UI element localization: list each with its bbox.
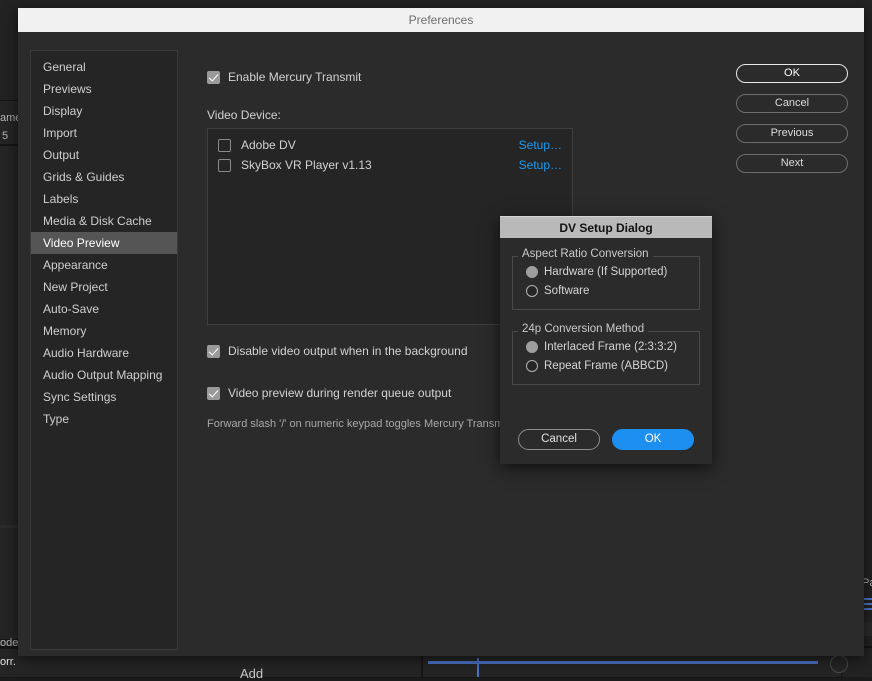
aspect-ratio-option-hardware[interactable]: Hardware (If Supported) xyxy=(512,262,700,281)
device-checkbox-adobe-dv[interactable] xyxy=(218,139,231,152)
sidebar-item-audio-hardware[interactable]: Audio Hardware xyxy=(31,342,177,364)
device-row-skybox-vr-player[interactable]: SkyBox VR Player v1.13 Setup… xyxy=(208,155,572,175)
preferences-title: Preferences xyxy=(409,13,474,27)
disable-video-output-background-row[interactable]: Disable video output when in the backgro… xyxy=(207,344,468,358)
bg-timeline-bar xyxy=(428,661,818,664)
dv-setup-dialog: DV Setup Dialog Aspect Ratio Conversion … xyxy=(500,216,712,464)
dv-setup-dialog-footer: Cancel OK xyxy=(500,429,712,450)
sidebar-item-display[interactable]: Display xyxy=(31,100,177,122)
radio-label-software: Software xyxy=(544,285,589,297)
sidebar-item-auto-save[interactable]: Auto-Save xyxy=(31,298,177,320)
device-name-skybox-vr-player: SkyBox VR Player v1.13 xyxy=(241,158,519,172)
enable-mercury-transmit-row[interactable]: Enable Mercury Transmit xyxy=(207,70,361,84)
conversion-option-repeat-frame[interactable]: Repeat Frame (ABBCD) xyxy=(512,356,700,375)
bg-fragment-corr: orr. xyxy=(0,656,16,668)
bg-round-button xyxy=(830,655,848,673)
bg-fragment-add: Add xyxy=(240,666,263,681)
device-setup-link-adobe-dv[interactable]: Setup… xyxy=(519,138,562,152)
video-device-label: Video Device: xyxy=(207,108,281,122)
sidebar-item-sync-settings[interactable]: Sync Settings xyxy=(31,386,177,408)
preferences-button-column: OK Cancel Previous Next xyxy=(736,64,848,184)
enable-mercury-transmit-checkbox[interactable] xyxy=(207,71,220,84)
conversion-method-title: 24p Conversion Method xyxy=(518,323,648,335)
conversion-option-interlaced-frame[interactable]: Interlaced Frame (2:3:3:2) xyxy=(512,337,700,356)
dv-setup-dialog-titlebar: DV Setup Dialog xyxy=(500,216,712,238)
device-checkbox-skybox-vr-player[interactable] xyxy=(218,159,231,172)
device-name-adobe-dv: Adobe DV xyxy=(241,138,519,152)
device-setup-link-skybox-vr-player[interactable]: Setup… xyxy=(519,158,562,172)
cancel-button[interactable]: Cancel xyxy=(736,94,848,113)
video-preview-render-queue-label: Video preview during render queue output xyxy=(228,386,451,400)
sidebar-item-import[interactable]: Import xyxy=(31,122,177,144)
sidebar-item-new-project[interactable]: New Project xyxy=(31,276,177,298)
ok-button[interactable]: OK xyxy=(736,64,848,83)
preferences-body: General Previews Display Import Output G… xyxy=(18,32,864,656)
disable-video-output-background-label: Disable video output when in the backgro… xyxy=(228,344,468,358)
radio-interlaced-frame[interactable] xyxy=(526,341,538,353)
mercury-transmit-hint: Forward slash '/' on numeric keypad togg… xyxy=(207,418,512,430)
device-row-adobe-dv[interactable]: Adobe DV Setup… xyxy=(208,135,572,155)
sidebar-item-grids-guides[interactable]: Grids & Guides xyxy=(31,166,177,188)
radio-hardware-if-supported[interactable] xyxy=(526,266,538,278)
video-preview-render-queue-row[interactable]: Video preview during render queue output xyxy=(207,386,451,400)
sidebar-item-type[interactable]: Type xyxy=(31,408,177,430)
enable-mercury-transmit-label: Enable Mercury Transmit xyxy=(228,70,361,84)
radio-label-hardware-if-supported: Hardware (If Supported) xyxy=(544,266,667,278)
radio-repeat-frame[interactable] xyxy=(526,360,538,372)
dv-cancel-button[interactable]: Cancel xyxy=(518,429,600,450)
radio-software[interactable] xyxy=(526,285,538,297)
previous-button[interactable]: Previous xyxy=(736,124,848,143)
preferences-titlebar: Preferences xyxy=(18,8,864,32)
conversion-method-group: 24p Conversion Method Interlaced Frame (… xyxy=(512,323,700,385)
sidebar-item-memory[interactable]: Memory xyxy=(31,320,177,342)
preferences-category-list[interactable]: General Previews Display Import Output G… xyxy=(30,50,178,650)
sidebar-item-appearance[interactable]: Appearance xyxy=(31,254,177,276)
disable-video-output-background-checkbox[interactable] xyxy=(207,345,220,358)
bg-fragment-number: 5 xyxy=(2,130,8,142)
sidebar-item-general[interactable]: General xyxy=(31,56,177,78)
video-preview-render-queue-checkbox[interactable] xyxy=(207,387,220,400)
bg-fragment-mode: ode xyxy=(0,637,18,649)
sidebar-item-previews[interactable]: Previews xyxy=(31,78,177,100)
sidebar-item-labels[interactable]: Labels xyxy=(31,188,177,210)
sidebar-item-video-preview[interactable]: Video Preview xyxy=(31,232,177,254)
radio-label-interlaced-frame: Interlaced Frame (2:3:3:2) xyxy=(544,341,677,353)
bg-playhead xyxy=(477,658,479,677)
preferences-window: Preferences General Previews Display Imp… xyxy=(18,8,864,656)
dv-setup-dialog-title: DV Setup Dialog xyxy=(559,221,652,235)
aspect-ratio-conversion-title: Aspect Ratio Conversion xyxy=(518,248,653,260)
next-button[interactable]: Next xyxy=(736,154,848,173)
sidebar-item-audio-output-mapping[interactable]: Audio Output Mapping xyxy=(31,364,177,386)
dv-ok-button[interactable]: OK xyxy=(612,429,694,450)
aspect-ratio-option-software[interactable]: Software xyxy=(512,281,700,300)
sidebar-item-output[interactable]: Output xyxy=(31,144,177,166)
radio-label-repeat-frame: Repeat Frame (ABBCD) xyxy=(544,360,668,372)
dv-setup-dialog-body: Aspect Ratio Conversion Hardware (If Sup… xyxy=(500,238,712,385)
sidebar-item-media-disk-cache[interactable]: Media & Disk Cache xyxy=(31,210,177,232)
aspect-ratio-conversion-group: Aspect Ratio Conversion Hardware (If Sup… xyxy=(512,248,700,310)
